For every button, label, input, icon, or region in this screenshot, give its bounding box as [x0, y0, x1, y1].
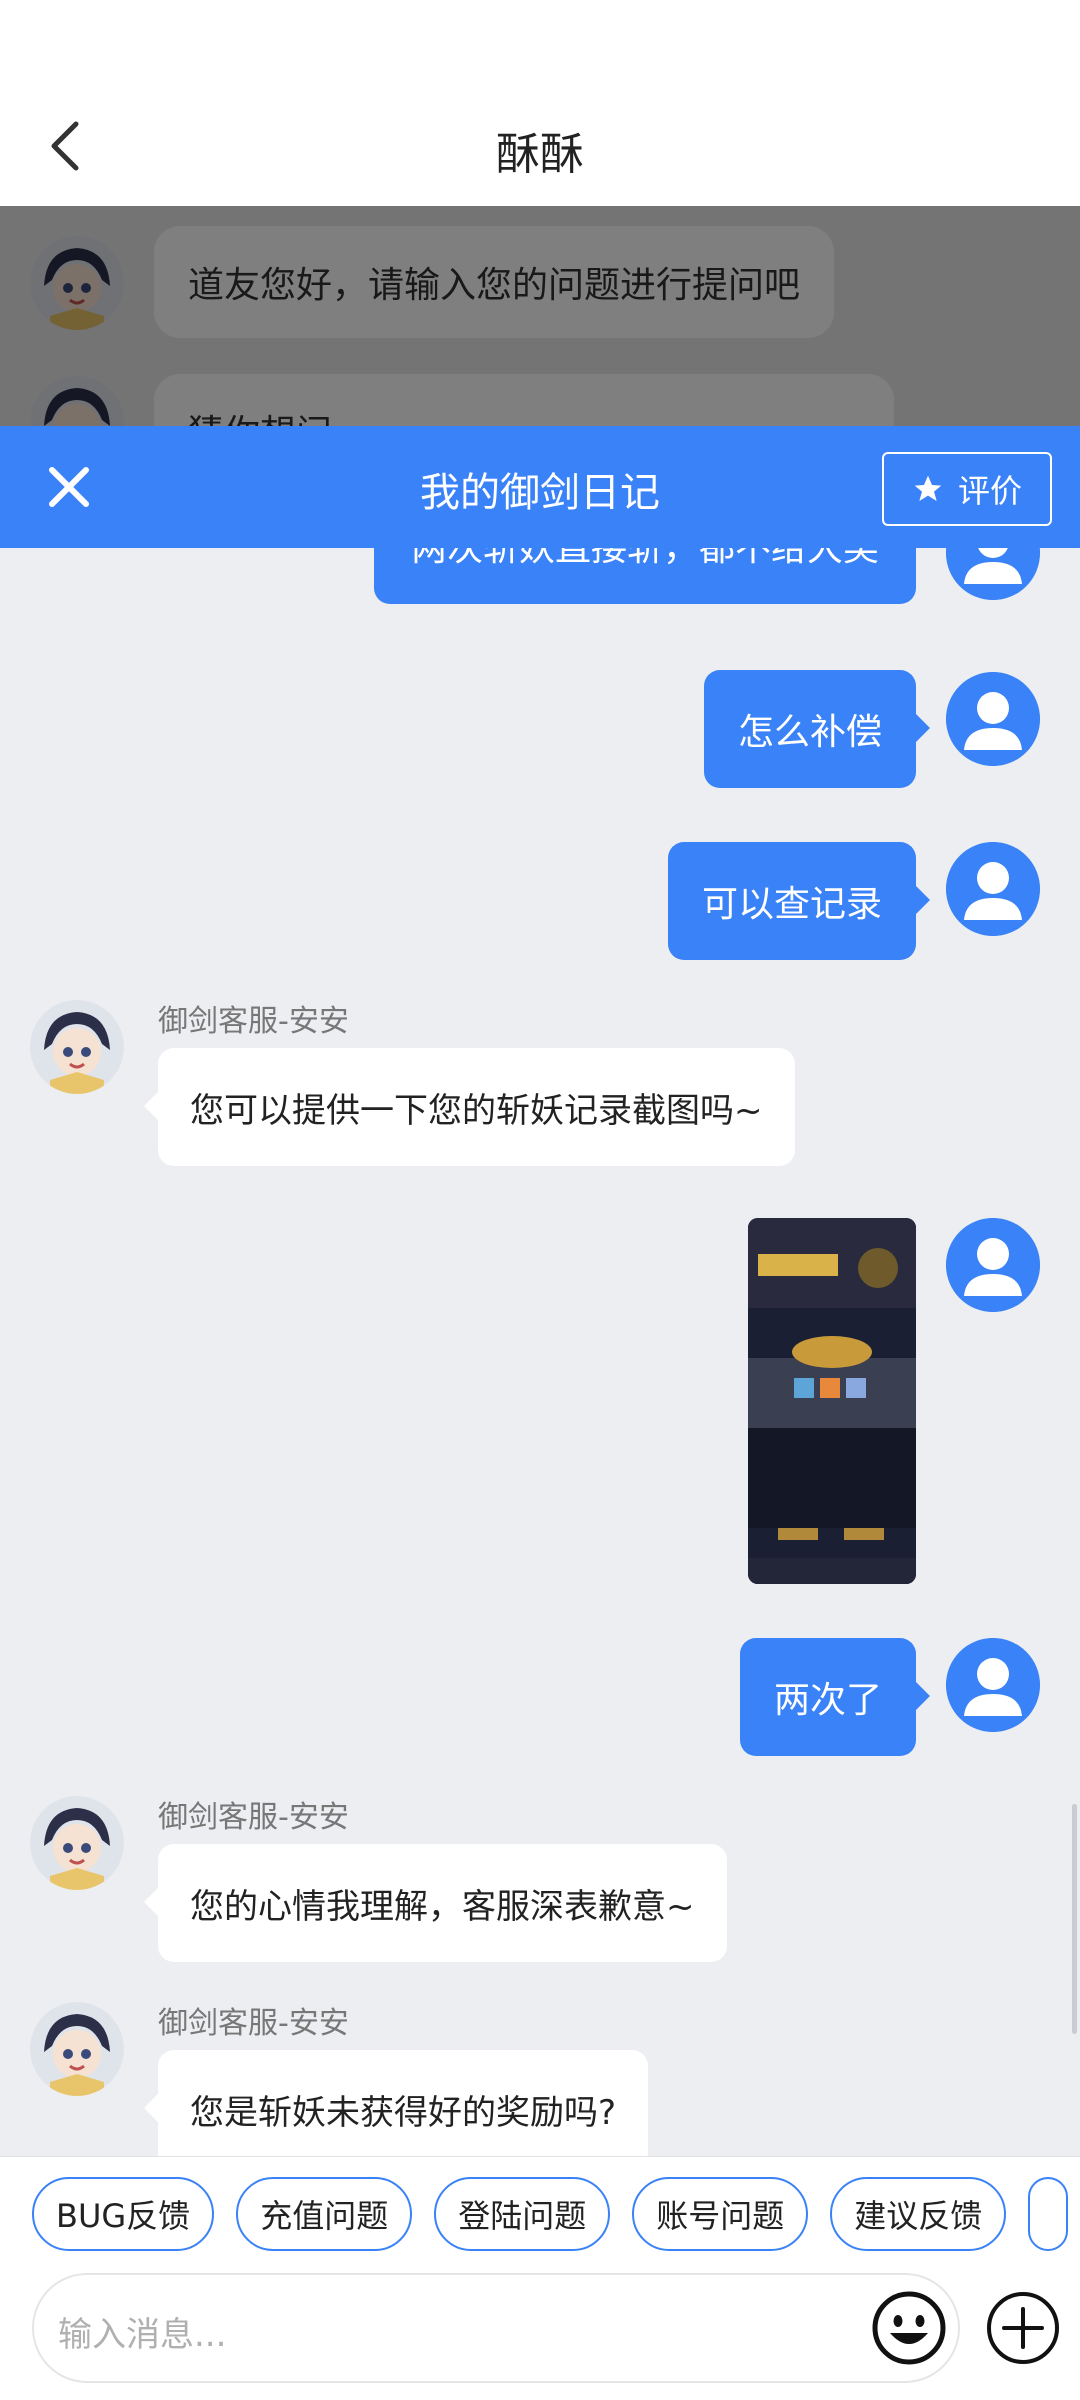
- emoji-button[interactable]: [870, 2289, 948, 2367]
- quick-reply-chip[interactable]: BUG反馈: [32, 2177, 215, 2251]
- rate-button[interactable]: 评价: [882, 452, 1052, 526]
- user-avatar: [946, 548, 1040, 600]
- page-title: 酥酥: [496, 129, 584, 180]
- agent-name: 御剑客服-安安: [158, 1004, 349, 1039]
- agent-name: 御剑客服-安安: [158, 1800, 349, 1835]
- plus-icon: [987, 2292, 1059, 2364]
- user-avatar: [946, 672, 1040, 766]
- message-input[interactable]: 输入消息...: [32, 2273, 960, 2383]
- agent-avatar: [30, 2002, 124, 2096]
- agent-message-bubble: 您的心情我理解，客服深表歉意~: [144, 1844, 727, 1962]
- quick-reply-list: BUG反馈 充值问题 登陆问题 账号问题 建议反馈: [32, 2177, 1069, 2251]
- chat-area[interactable]: 两次斩妖直接斩，都不给大奖 怎么补偿 可以查记录 御剑客服-安安 您可以提供一下…: [0, 548, 1080, 2156]
- user-avatar: [946, 1638, 1040, 1732]
- message-input-placeholder: 输入消息...: [58, 2315, 227, 2355]
- agent-avatar: [30, 1796, 124, 1890]
- panel-header: 我的御剑日记 评价: [0, 426, 1080, 548]
- user-avatar: [946, 1218, 1040, 1312]
- star-icon: [914, 475, 942, 501]
- quick-reply-chip-partial[interactable]: [1028, 2177, 1069, 2251]
- agent-message-bubble: 您可以提供一下您的斩妖记录截图吗~: [144, 1048, 795, 1166]
- bottom-bar: BUG反馈 充值问题 登陆问题 账号问题 建议反馈 输入消息...: [0, 2156, 1080, 2400]
- agent-avatar: [30, 1000, 124, 1094]
- emoji-icon: [872, 2291, 946, 2365]
- rate-label: 评价: [957, 472, 1022, 510]
- add-button[interactable]: [984, 2289, 1062, 2367]
- quick-reply-chip[interactable]: 登陆问题: [434, 2177, 611, 2251]
- user-message-bubble: 两次了: [740, 1638, 930, 1756]
- user-message-bubble: 两次斩妖直接斩，都不给大奖: [374, 548, 916, 604]
- quick-reply-chip[interactable]: 账号问题: [632, 2177, 809, 2251]
- modal-overlay[interactable]: [0, 206, 1080, 428]
- agent-name: 御剑客服-安安: [158, 2006, 349, 2041]
- scrollbar[interactable]: [1072, 1804, 1077, 2034]
- top-app-bar: 酥酥: [0, 0, 1080, 206]
- user-message-bubble: 怎么补偿: [704, 670, 930, 788]
- quick-reply-chip[interactable]: 建议反馈: [830, 2177, 1007, 2251]
- user-message-bubble: 可以查记录: [668, 842, 930, 960]
- quick-reply-chip[interactable]: 充值问题: [236, 2177, 413, 2251]
- agent-message-bubble: 您是斩妖未获得好的奖励吗?: [144, 2050, 649, 2156]
- user-avatar: [946, 842, 1040, 936]
- screenshot-image[interactable]: [748, 1218, 916, 1584]
